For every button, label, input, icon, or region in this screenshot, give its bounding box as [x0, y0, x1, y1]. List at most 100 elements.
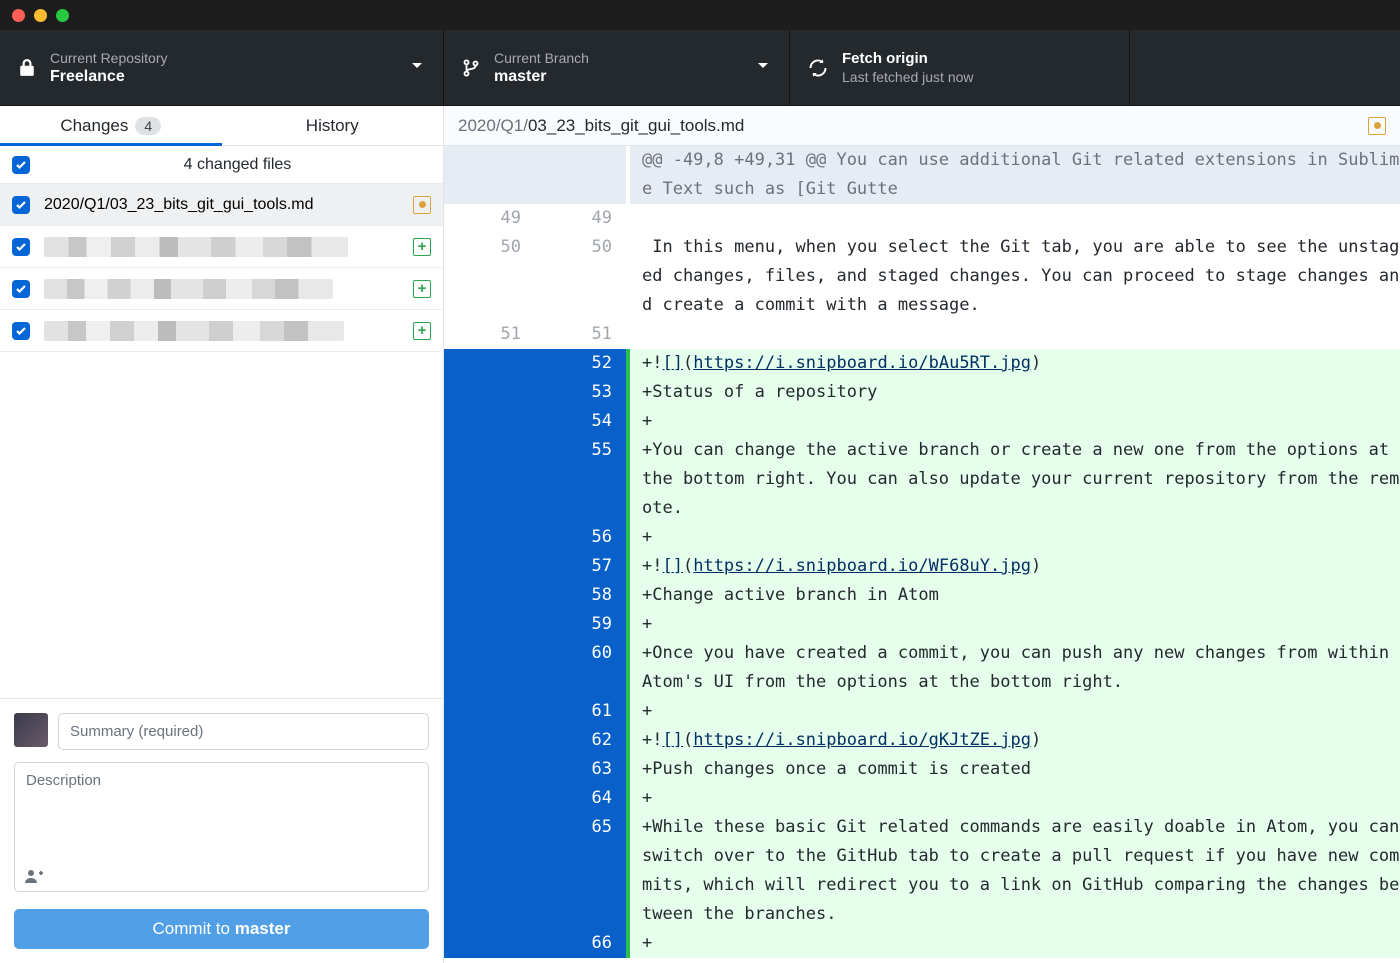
changed-files-header[interactable]: 4 changed files — [0, 146, 443, 184]
diff-code: + — [630, 407, 1400, 436]
file-checkbox[interactable] — [12, 196, 30, 214]
old-line-number — [444, 407, 535, 436]
branch-label: Current Branch — [494, 50, 589, 66]
diff-line: 57+![](https://i.snipboard.io/WF68uY.jpg… — [444, 552, 1400, 581]
hunk-text: @@ -49,8 +49,31 @@ You can use additiona… — [630, 146, 1400, 204]
file-row[interactable]: 2020/Q1/03_23_bits_git_gui_tools.md — [0, 184, 443, 226]
new-line-number: 67 — [535, 958, 626, 963]
added-icon — [413, 280, 431, 298]
diff-line: 59+ — [444, 610, 1400, 639]
new-line-number: 50 — [535, 233, 626, 320]
diff-panel: 2020/Q1/03_23_bits_git_gui_tools.md @@ -… — [444, 106, 1400, 963]
diff-code — [630, 204, 1400, 233]
file-name — [44, 237, 399, 257]
diff-body[interactable]: @@ -49,8 +49,31 @@ You can use additiona… — [444, 146, 1400, 963]
old-line-number — [444, 755, 535, 784]
sidebar: Changes 4 History 4 changed files 2020/Q… — [0, 106, 444, 963]
diff-line: 5050 In this menu, when you select the G… — [444, 233, 1400, 320]
tab-history-label: History — [306, 116, 359, 136]
file-row[interactable] — [0, 310, 443, 352]
new-line-number: 57 — [535, 552, 626, 581]
repo-label: Current Repository — [50, 50, 168, 66]
branch-icon — [462, 58, 480, 78]
diff-line: 54+ — [444, 407, 1400, 436]
diff-code: +While these basic Git related commands … — [630, 813, 1400, 929]
diff-line: 64+ — [444, 784, 1400, 813]
diff-code: +![](https://i.snipboard.io/bAu5RT.jpg) — [630, 349, 1400, 378]
avatar — [14, 713, 48, 747]
new-line-number: 63 — [535, 755, 626, 784]
new-line-number: 60 — [535, 639, 626, 697]
old-line-number — [444, 523, 535, 552]
old-line-number — [444, 929, 535, 958]
fetch-origin-button[interactable]: Fetch origin Last fetched just now — [790, 30, 1130, 105]
chevron-down-icon — [411, 59, 423, 77]
new-line-number: 55 — [535, 436, 626, 523]
diff-line: 63+Push changes once a commit is created — [444, 755, 1400, 784]
minimize-icon[interactable] — [34, 9, 47, 22]
fetch-subtitle: Last fetched just now — [842, 69, 974, 85]
file-row[interactable] — [0, 226, 443, 268]
old-line-number — [444, 552, 535, 581]
diff-code: + — [630, 929, 1400, 958]
old-line-number — [444, 697, 535, 726]
file-checkbox[interactable] — [12, 238, 30, 256]
file-name — [44, 279, 399, 299]
commit-button[interactable]: Commit to master — [14, 909, 429, 949]
file-list: 2020/Q1/03_23_bits_git_gui_tools.md — [0, 184, 443, 698]
diff-path-file: 03_23_bits_git_gui_tools.md — [528, 116, 744, 136]
old-line-number — [444, 436, 535, 523]
tab-history[interactable]: History — [222, 106, 444, 145]
old-line-number: 49 — [444, 204, 535, 233]
file-checkbox[interactable] — [12, 322, 30, 340]
close-icon[interactable] — [12, 9, 25, 22]
diff-code: +![](https://i.snipboard.io/WF68uY.jpg) — [630, 552, 1400, 581]
diff-header: 2020/Q1/03_23_bits_git_gui_tools.md — [444, 106, 1400, 146]
toolbar-extra — [1130, 30, 1400, 105]
file-checkbox[interactable] — [12, 280, 30, 298]
fetch-label: Fetch origin — [842, 50, 974, 67]
diff-code: + — [630, 784, 1400, 813]
added-icon — [413, 322, 431, 340]
diff-code: In this menu, when you select the Git ta… — [630, 233, 1400, 320]
old-line-number — [444, 639, 535, 697]
current-branch-dropdown[interactable]: Current Branch master — [444, 30, 790, 105]
gutter — [444, 146, 535, 204]
new-line-number: 52 — [535, 349, 626, 378]
new-line-number: 64 — [535, 784, 626, 813]
current-repository-dropdown[interactable]: Current Repository Freelance — [0, 30, 444, 105]
new-line-number: 65 — [535, 813, 626, 929]
new-line-number: 49 — [535, 204, 626, 233]
old-line-number — [444, 784, 535, 813]
old-line-number — [444, 581, 535, 610]
new-line-number: 66 — [535, 929, 626, 958]
new-line-number: 58 — [535, 581, 626, 610]
old-line-number: 52 — [444, 958, 535, 963]
diff-line: 52+![](https://i.snipboard.io/bAu5RT.jpg… — [444, 349, 1400, 378]
diff-code: +You can change the active branch or cre… — [630, 436, 1400, 523]
branch-name: master — [494, 68, 589, 86]
old-line-number — [444, 378, 535, 407]
summary-input[interactable] — [58, 713, 429, 750]
diff-line: 60+Once you have created a commit, you c… — [444, 639, 1400, 697]
diff-code: +![](https://i.snipboard.io/gKJtZE.jpg) — [630, 726, 1400, 755]
diff-line: 5267 ## GitHub Desktop — [444, 958, 1400, 963]
tab-changes[interactable]: Changes 4 — [0, 106, 222, 145]
commit-button-branch: master — [235, 919, 291, 938]
diff-code: + — [630, 697, 1400, 726]
diff-line: 56+ — [444, 523, 1400, 552]
hunk-header: @@ -49,8 +49,31 @@ You can use additiona… — [444, 146, 1400, 204]
select-all-checkbox[interactable] — [12, 156, 30, 174]
changed-files-count: 4 changed files — [44, 156, 431, 174]
file-row[interactable] — [0, 268, 443, 310]
diff-code: +Status of a repository — [630, 378, 1400, 407]
diff-line: 55+You can change the active branch or c… — [444, 436, 1400, 523]
commit-form: Commit to master — [0, 698, 443, 963]
repo-name: Freelance — [50, 68, 168, 86]
added-icon — [413, 238, 431, 256]
diff-status-icon — [1368, 117, 1386, 135]
titlebar — [0, 0, 1400, 30]
description-input[interactable] — [14, 762, 429, 892]
add-coauthor-icon[interactable] — [24, 868, 44, 889]
zoom-icon[interactable] — [56, 9, 69, 22]
